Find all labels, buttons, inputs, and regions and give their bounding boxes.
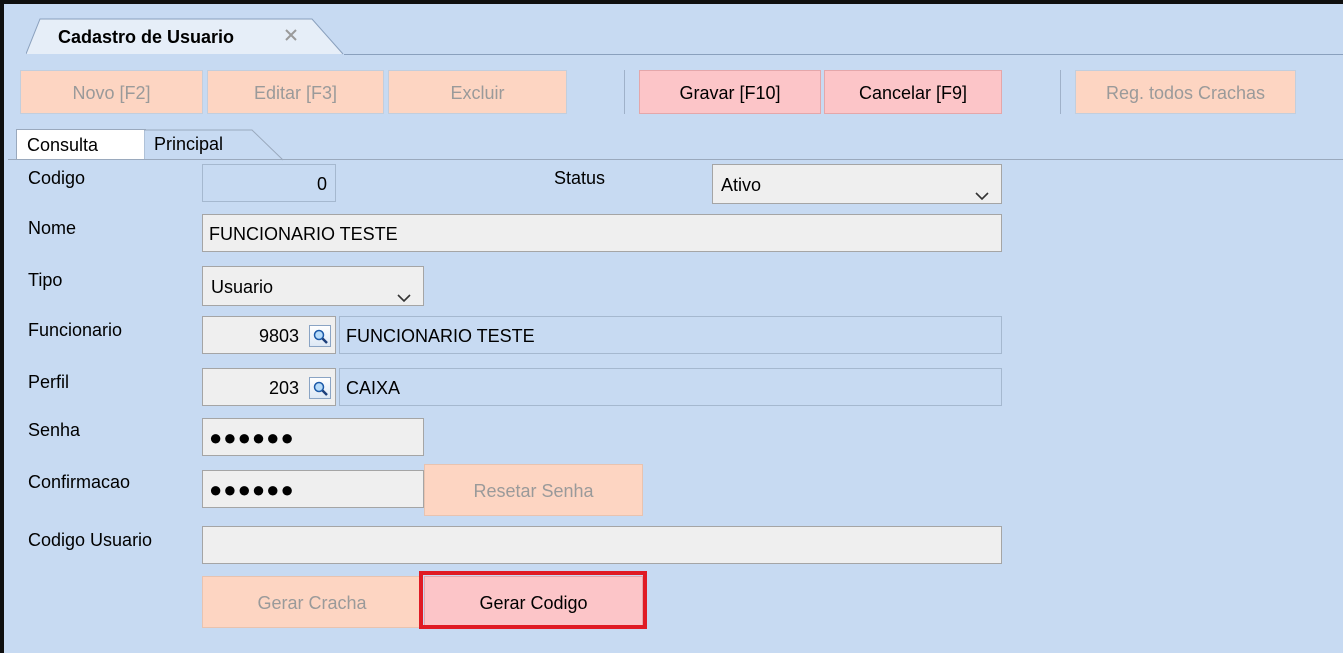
toolbar: Novo [F2] Editar [F3] Excluir Gravar [F1… (8, 55, 1343, 121)
novo-button[interactable]: Novo [F2] (20, 70, 203, 114)
document-tab[interactable]: Cadastro de Usuario (26, 18, 344, 55)
funcionario-code-field[interactable]: 9803 (202, 316, 336, 354)
tipo-select[interactable]: Usuario (202, 266, 424, 306)
confirmacao-label: Confirmacao (28, 472, 131, 492)
perfil-label: Perfil (28, 372, 70, 392)
tab-principal-label: Principal (154, 134, 224, 154)
toolbar-separator (624, 70, 625, 114)
tab-consulta[interactable]: Consulta (16, 129, 146, 159)
confirmacao-field[interactable]: ●●●●●● (202, 470, 424, 508)
magnifier-icon[interactable] (309, 377, 331, 399)
tipo-label: Tipo (28, 270, 63, 290)
senha-label: Senha (28, 420, 81, 440)
funcionario-name-field: FUNCIONARIO TESTE (339, 316, 1002, 354)
status-value: Ativo (721, 175, 762, 195)
chevron-down-icon (975, 177, 989, 201)
perfil-code: 203 (268, 378, 299, 398)
chevron-down-icon (397, 279, 411, 303)
tipo-value: Usuario (211, 277, 274, 297)
highlight-box (419, 571, 647, 629)
tab-principal[interactable]: Principal (144, 129, 284, 161)
gravar-button[interactable]: Gravar [F10] (639, 70, 821, 114)
resetar-senha-button[interactable]: Resetar Senha (424, 464, 643, 516)
nome-field[interactable]: FUNCIONARIO TESTE (202, 214, 1002, 252)
funcionario-code: 9803 (258, 326, 299, 346)
status-select[interactable]: Ativo (712, 164, 1002, 204)
codigo-usuario-label: Codigo Usuario (28, 530, 153, 550)
magnifier-icon[interactable] (309, 325, 331, 347)
reg-todos-crachas-button[interactable]: Reg. todos Crachas (1075, 70, 1296, 114)
funcionario-label: Funcionario (28, 320, 123, 340)
perfil-code-field[interactable]: 203 (202, 368, 336, 406)
codigo-field[interactable]: 0 (202, 164, 336, 202)
cancelar-button[interactable]: Cancelar [F9] (824, 70, 1002, 114)
window-frame: Cadastro de Usuario Novo [F2] Editar [F3… (0, 0, 1343, 653)
close-icon[interactable] (282, 25, 302, 45)
senha-field[interactable]: ●●●●●● (202, 418, 424, 456)
nome-label: Nome (28, 218, 77, 238)
gerar-cracha-button[interactable]: Gerar Cracha (202, 576, 422, 628)
codigo-label: Codigo (28, 168, 86, 188)
document-tab-title: Cadastro de Usuario (58, 27, 235, 47)
tab-divider (8, 159, 1343, 160)
editar-button[interactable]: Editar [F3] (207, 70, 384, 114)
perfil-name-field: CAIXA (339, 368, 1002, 406)
codigo-usuario-field[interactable] (202, 526, 1002, 564)
toolbar-separator (1060, 70, 1061, 114)
status-label: Status (554, 168, 606, 188)
excluir-button[interactable]: Excluir (388, 70, 567, 114)
